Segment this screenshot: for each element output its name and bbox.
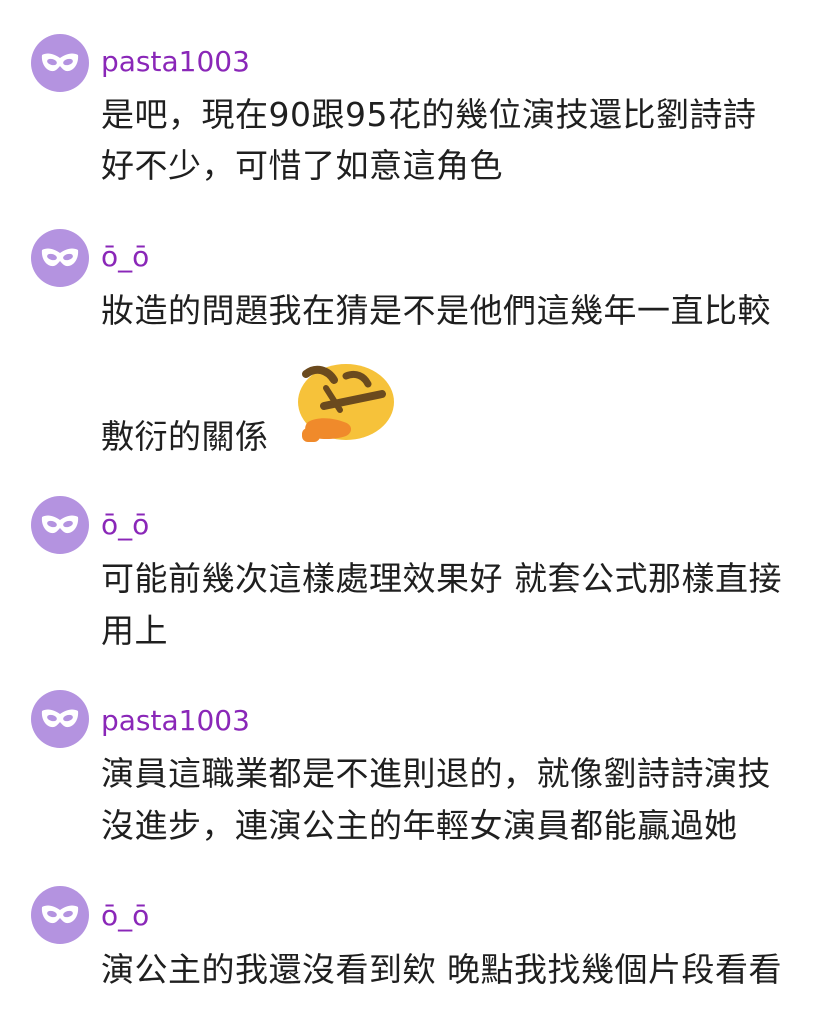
comment-text-line: 沒進步，連演公主的年輕女演員都能贏過她 [101, 806, 738, 845]
comment-text-line: 可能前幾次這樣處理效果好 就套公式那樣直接 [101, 559, 782, 598]
comment-text-line: 敷衍的關係 [101, 417, 269, 456]
username[interactable]: ō_ō [101, 899, 149, 933]
comment-text-line: 演公主的我還沒看到欸 晚點我找幾個片段看看 [101, 950, 782, 989]
username[interactable]: pasta1003 [101, 45, 250, 79]
thinking-face-sticker [298, 364, 394, 442]
mask-icon [41, 53, 79, 72]
avatar[interactable] [31, 886, 89, 944]
mask-icon [41, 905, 79, 924]
comment-text-line: 用上 [101, 611, 168, 650]
mask-icon [41, 709, 79, 728]
comment-text-line: 是吧，現在90跟95花的幾位演技還比劉詩詩 [101, 95, 757, 134]
username[interactable]: pasta1003 [101, 704, 250, 738]
mask-icon [41, 248, 79, 267]
avatar[interactable] [31, 229, 89, 287]
comment-text-line: 演員這職業都是不進則退的，就像劉詩詩演技 [101, 754, 771, 793]
comment-text-line: 好不少，可惜了如意這角色 [101, 146, 503, 185]
avatar[interactable] [31, 690, 89, 748]
username[interactable]: ō_ō [101, 240, 149, 274]
comment-text-line: 妝造的問題我在猜是不是他們這幾年一直比較 [101, 291, 771, 330]
username[interactable]: ō_ō [101, 508, 149, 542]
avatar[interactable] [31, 34, 89, 92]
mask-icon [41, 515, 79, 534]
avatar[interactable] [31, 496, 89, 554]
